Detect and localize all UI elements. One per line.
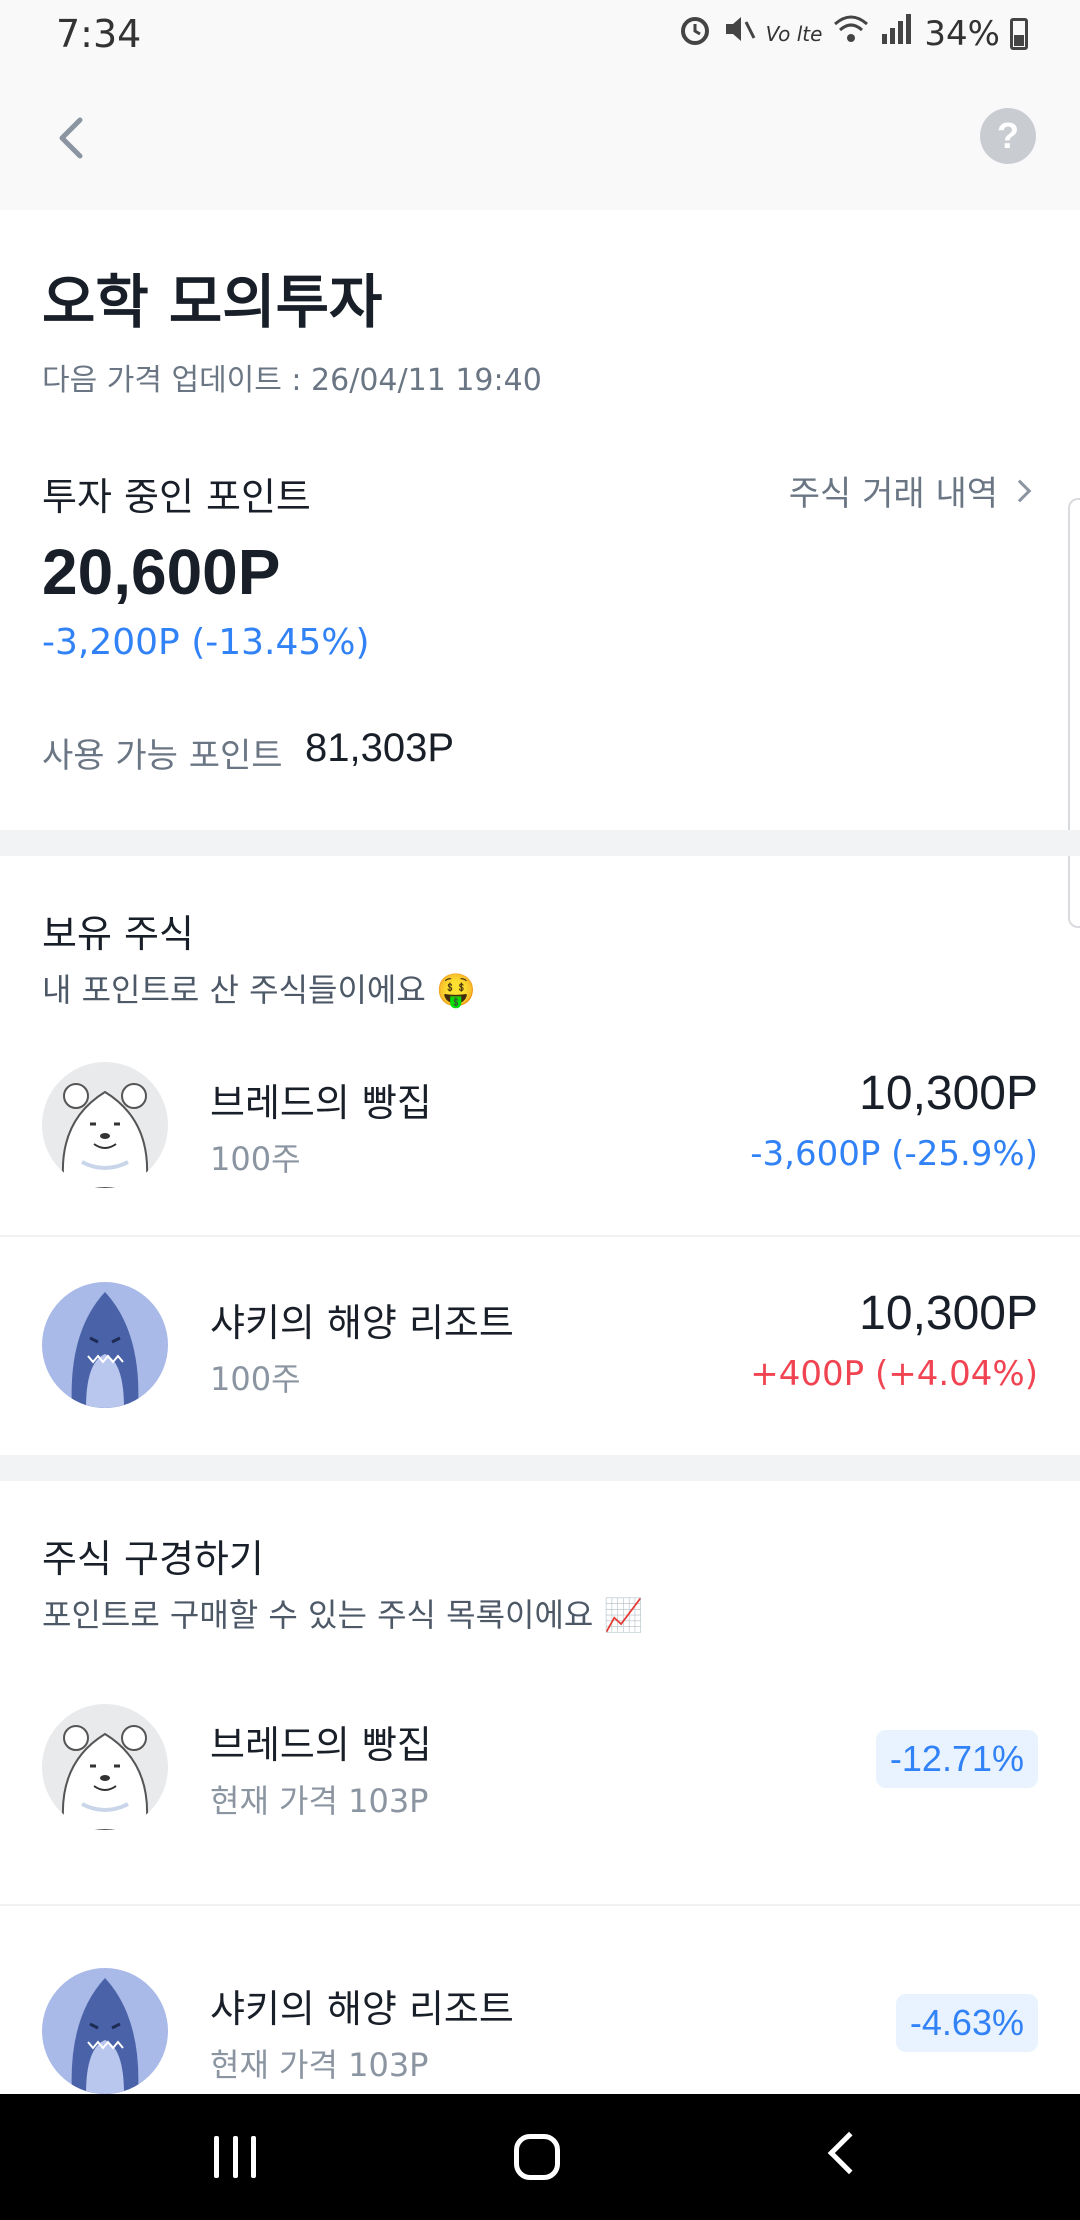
help-button[interactable]: ? — [980, 108, 1036, 164]
status-time: 7:34 — [56, 12, 142, 56]
volte-icon: Vo lte — [765, 21, 823, 46]
battery-icon — [1010, 17, 1028, 50]
wifi-icon — [832, 12, 870, 55]
signal-icon — [880, 12, 914, 55]
pct-change-badge: -12.71% — [875, 1730, 1038, 1788]
pct-change-badge: -4.63% — [895, 1994, 1038, 2052]
section-divider — [0, 1455, 1080, 1481]
investing-points-change: -3,200P (-13.45%) — [42, 622, 370, 663]
section-divider — [0, 830, 1080, 856]
stock-value: 10,300P — [859, 1067, 1038, 1120]
bear-avatar — [42, 1704, 168, 1830]
next-update-text: 다음 가격 업데이트 : 26/04/11 19:40 — [42, 363, 542, 398]
shark-avatar — [42, 1282, 168, 1408]
trade-history-label: 주식 거래 내역 — [788, 474, 998, 514]
available-points-label: 사용 가능 포인트 — [42, 736, 283, 776]
edge-panel-handle[interactable] — [1068, 498, 1080, 928]
investing-points-value: 20,600P — [42, 536, 281, 608]
trade-history-link[interactable]: 주식 거래 내역 — [788, 466, 1032, 515]
page-title: 오학 모의투자 — [42, 268, 383, 336]
back-nav-icon[interactable] — [827, 2131, 871, 2175]
investing-points-label: 투자 중인 포인트 — [42, 475, 311, 519]
stock-name: 브레드의 빵집 — [210, 1081, 432, 1125]
row-divider — [0, 1235, 1080, 1237]
holdings-subtitle: 내 포인트로 산 주식들이에요 🤑 — [42, 971, 476, 1009]
holding-row[interactable]: 브레드의 빵집 100주 10,300P -3,600P (-25.9%) — [0, 1042, 1080, 1212]
stock-price: 현재 가격 103P — [210, 2046, 429, 2084]
stock-name: 샤키의 해양 리조트 — [210, 1987, 514, 2031]
stock-price: 현재 가격 103P — [210, 1782, 429, 1820]
stock-change: +400P (+4.04%) — [750, 1354, 1038, 1394]
chevron-right-icon — [1008, 479, 1032, 502]
bear-avatar — [42, 1062, 168, 1188]
back-button[interactable] — [42, 106, 106, 170]
mute-icon — [722, 12, 756, 55]
stock-change: -3,600P (-25.9%) — [750, 1134, 1038, 1174]
holding-row[interactable]: 샤키의 해양 리조트 100주 10,300P +400P (+4.04%) — [0, 1262, 1080, 1432]
status-bar: 7:34 Vo lte 34% — [0, 0, 1080, 70]
browse-row[interactable]: 브레드의 빵집 현재 가격 103P -12.71% — [0, 1684, 1080, 1854]
alarm-icon — [678, 12, 712, 55]
available-points-value: 81,303P — [305, 726, 455, 770]
system-nav-bar — [0, 2094, 1080, 2220]
stock-value: 10,300P — [859, 1287, 1038, 1340]
stock-name: 브레드의 빵집 — [210, 1723, 432, 1767]
browse-title: 주식 구경하기 — [42, 1537, 264, 1581]
stock-shares: 100주 — [210, 1140, 301, 1178]
browse-subtitle: 포인트로 구매할 수 있는 주식 목록이에요 📈 — [42, 1596, 644, 1634]
chevron-left-icon — [59, 117, 83, 159]
app-bar: ? — [0, 70, 1080, 210]
status-icons: Vo lte 34% — [678, 12, 1028, 55]
shark-avatar — [42, 1968, 168, 2094]
recent-apps-icon[interactable] — [214, 2136, 256, 2178]
battery-percent: 34% — [924, 13, 1000, 54]
stock-shares: 100주 — [210, 1360, 301, 1398]
browse-row[interactable]: 샤키의 해양 리조트 현재 가격 103P -4.63% — [0, 1948, 1080, 2118]
stock-name: 샤키의 해양 리조트 — [210, 1301, 514, 1345]
home-icon[interactable] — [514, 2134, 560, 2180]
row-divider — [0, 1904, 1080, 1906]
holdings-title: 보유 주식 — [42, 912, 194, 956]
